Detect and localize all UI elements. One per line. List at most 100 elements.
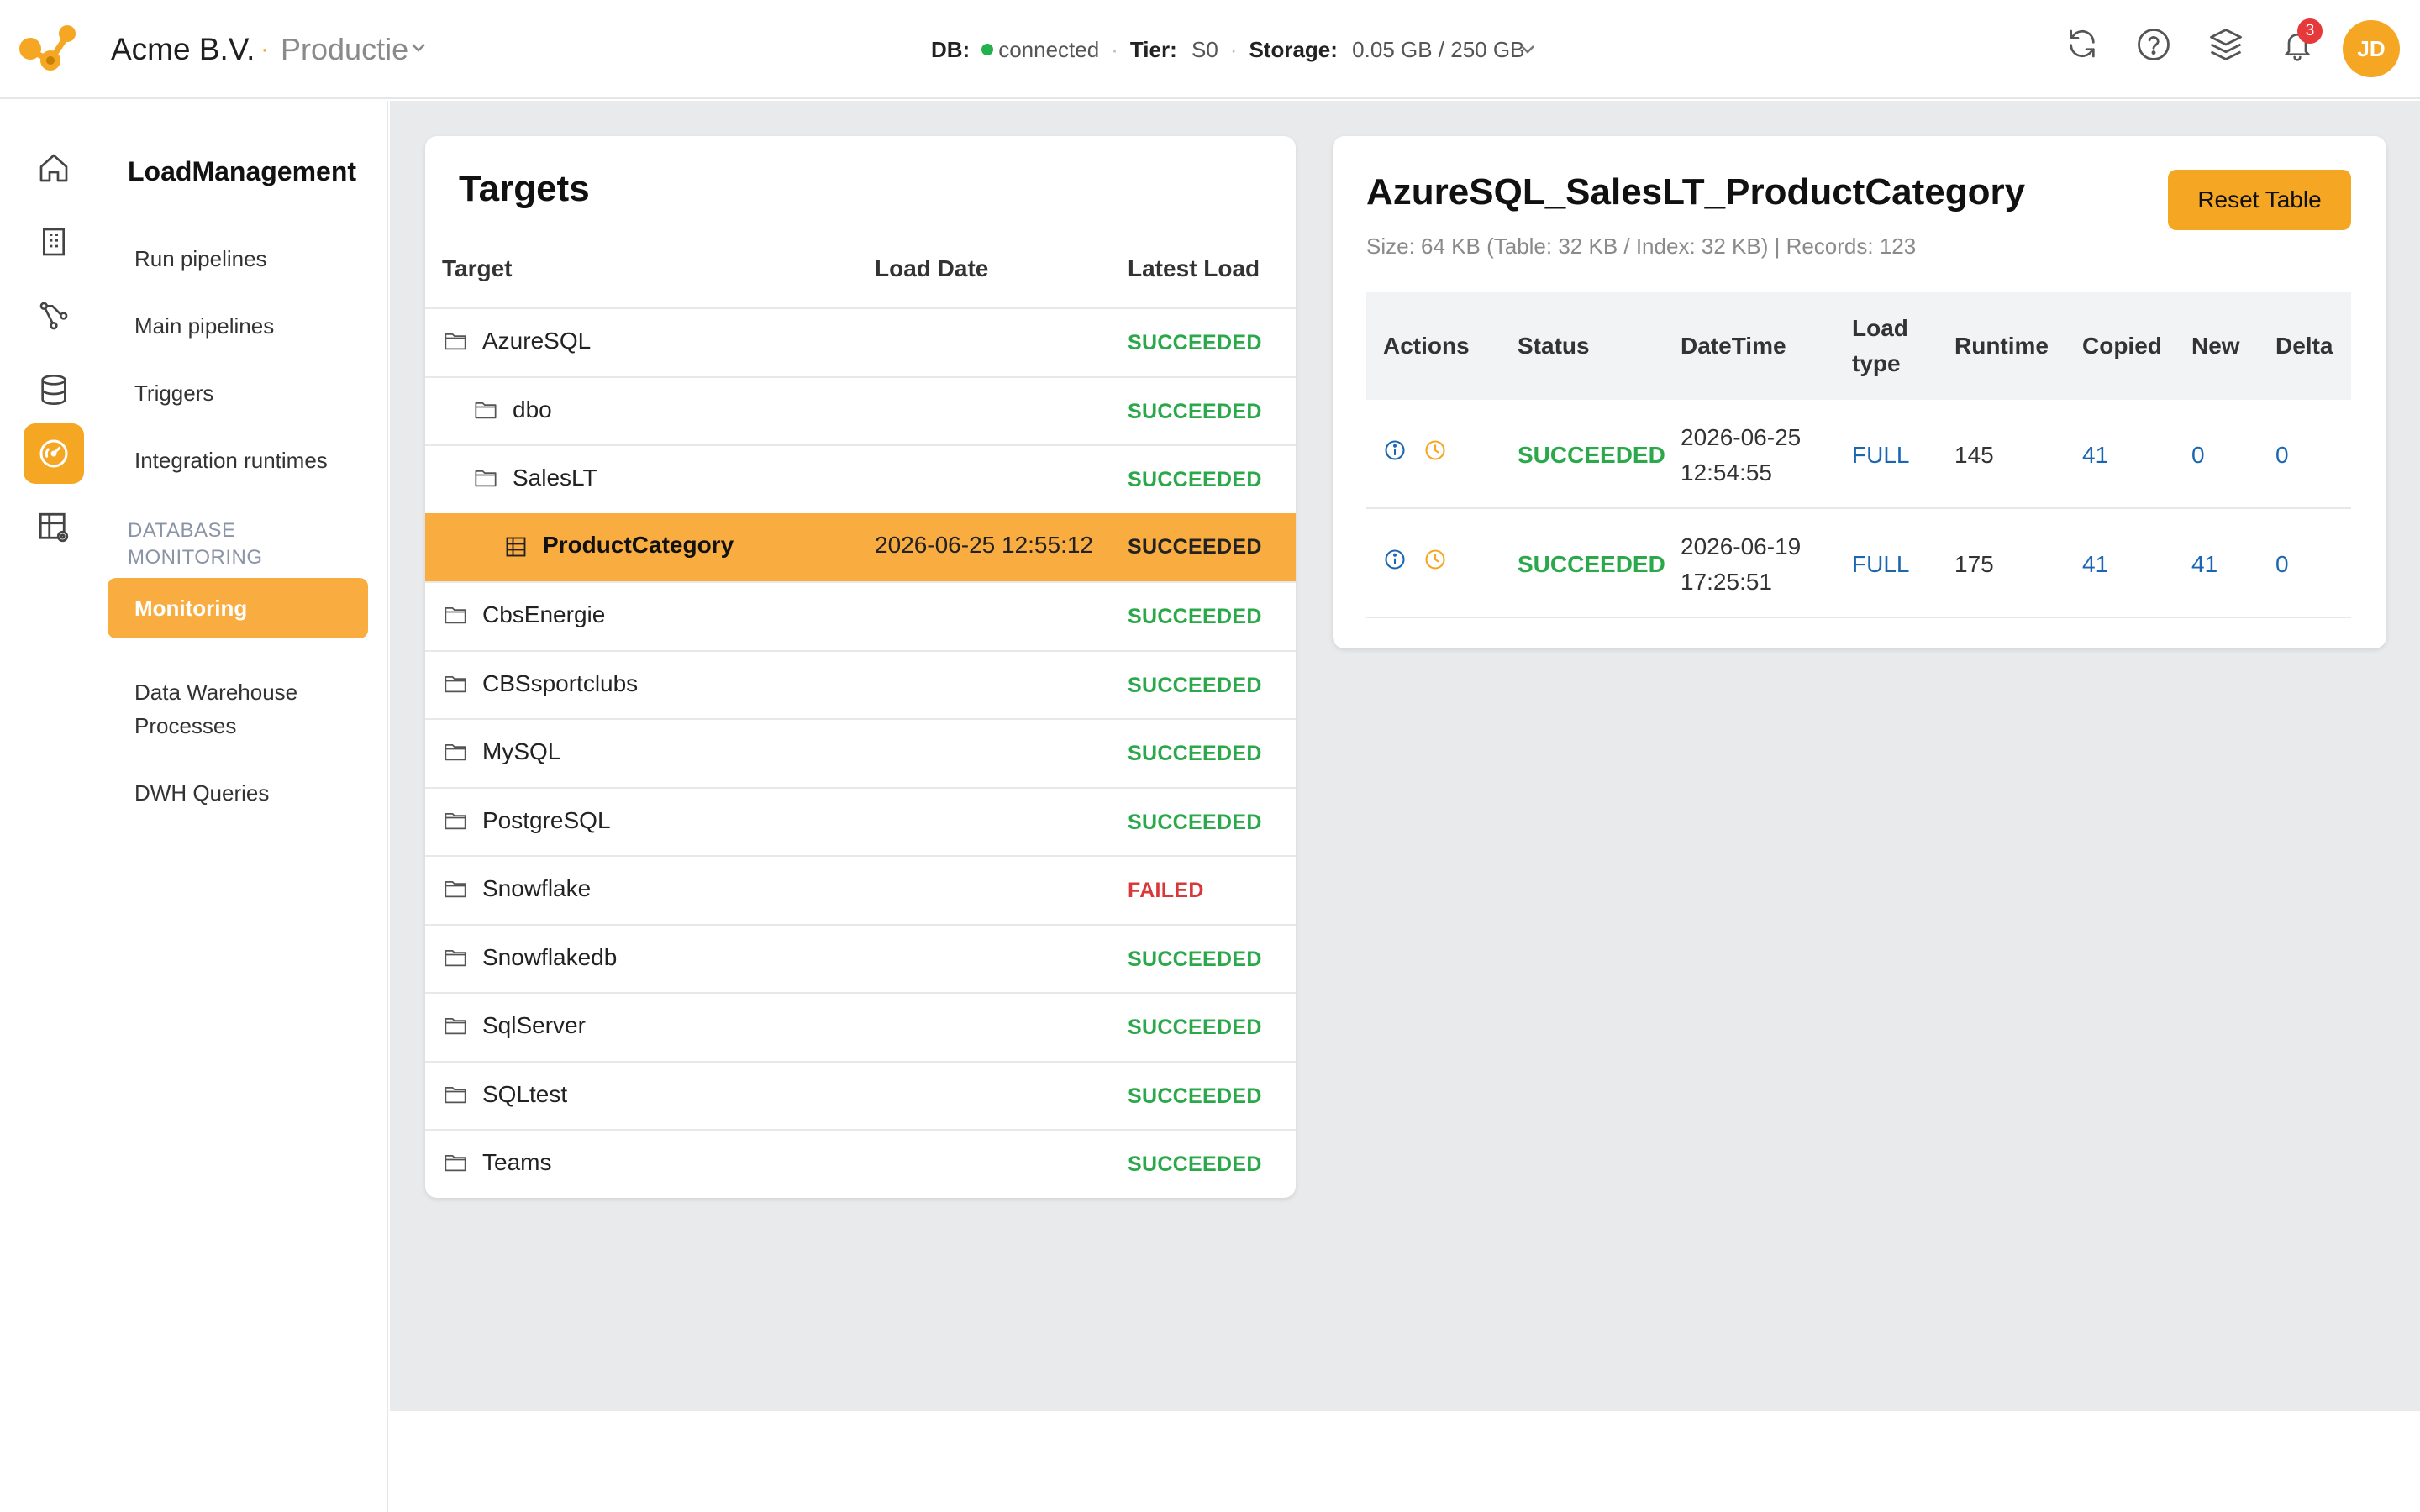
target-name: SQLtest bbox=[482, 1080, 568, 1107]
column-header-actions: Actions bbox=[1383, 333, 1470, 359]
db-status: connected bbox=[998, 37, 1100, 62]
storage-value: 0.05 GB / 250 GB bbox=[1352, 37, 1525, 62]
sidebar: LoadManagement Run pipelines Main pipeli… bbox=[108, 101, 388, 1512]
status-badge: SUCCEEDED bbox=[1128, 947, 1262, 971]
info-icon[interactable] bbox=[1383, 548, 1407, 571]
folder-icon bbox=[444, 742, 467, 762]
copied-link[interactable]: 41 bbox=[2082, 547, 2108, 582]
sidebar-item-main-pipelines[interactable]: Main pipelines bbox=[134, 309, 274, 343]
table-row[interactable]: Snowflake FAILED bbox=[425, 855, 1296, 924]
targets-panel: Targets Target Load Date Latest Load Azu… bbox=[425, 136, 1296, 1198]
status-badge: SUCCEEDED bbox=[1128, 605, 1262, 628]
column-header-runtime[interactable]: Runtime bbox=[1954, 328, 2049, 364]
environment-selector[interactable]: Productie bbox=[281, 32, 408, 67]
database-icon[interactable] bbox=[24, 360, 84, 420]
run-time: 17:25:51 bbox=[1681, 569, 1772, 595]
clock-icon[interactable] bbox=[1423, 548, 1447, 571]
table-row[interactable]: Snowflakedb SUCCEEDED bbox=[425, 923, 1296, 993]
sidebar-item-integration-runtimes[interactable]: Integration runtimes bbox=[134, 444, 328, 477]
sidebar-item-dwh-queries[interactable]: DWH Queries bbox=[134, 776, 269, 810]
building-icon[interactable] bbox=[24, 212, 84, 272]
target-name: CbsEnergie bbox=[482, 601, 606, 627]
column-header-load-type[interactable]: Load type bbox=[1852, 311, 1908, 381]
target-name: dbo bbox=[513, 396, 552, 423]
table-row[interactable]: SalesLT SUCCEEDED bbox=[425, 444, 1296, 513]
new-link[interactable]: 41 bbox=[2191, 547, 2217, 582]
target-name: Snowflakedb bbox=[482, 943, 618, 970]
sidebar-item-monitoring[interactable]: Monitoring bbox=[108, 578, 368, 638]
new-link[interactable]: 0 bbox=[2191, 438, 2205, 473]
target-name: AzureSQL bbox=[482, 328, 592, 354]
column-header-new[interactable]: New bbox=[2191, 328, 2240, 364]
status-badge: SUCCEEDED bbox=[1128, 673, 1262, 697]
section-line: DATABASE bbox=[128, 519, 236, 542]
column-header-target[interactable]: Target bbox=[442, 255, 513, 282]
target-name: Snowflake bbox=[482, 875, 592, 901]
target-name: MySQL bbox=[482, 738, 561, 764]
folder-icon bbox=[444, 331, 467, 351]
runtime-value: 175 bbox=[1954, 551, 1994, 577]
table-row[interactable]: dbo SUCCEEDED bbox=[425, 375, 1296, 445]
sidebar-item-run-pipelines[interactable]: Run pipelines bbox=[134, 242, 267, 276]
status-badge: SUCCEEDED bbox=[1128, 1016, 1262, 1039]
footer-area bbox=[390, 1411, 2420, 1512]
folder-icon bbox=[444, 811, 467, 831]
column-header-latest-load[interactable]: Latest Load bbox=[1128, 255, 1260, 282]
app-logo-icon[interactable] bbox=[17, 24, 79, 74]
monitoring-gauge-icon[interactable] bbox=[24, 423, 84, 484]
status-badge: SUCCEEDED bbox=[1518, 551, 1665, 577]
sidebar-item-triggers[interactable]: Triggers bbox=[134, 376, 213, 410]
load-type-link[interactable]: FULL bbox=[1852, 547, 1909, 582]
delta-link[interactable]: 0 bbox=[2275, 547, 2289, 582]
load-type-link[interactable]: FULL bbox=[1852, 438, 1909, 473]
status-badge: SUCCEEDED bbox=[1128, 468, 1262, 491]
column-header-delta[interactable]: Delta bbox=[2275, 328, 2333, 364]
target-name: PostgreSQL bbox=[482, 806, 611, 833]
storage-label: Storage: bbox=[1249, 37, 1338, 62]
header-line: Load bbox=[1852, 315, 1908, 341]
folder-icon bbox=[444, 948, 467, 968]
table-row[interactable]: Teams SUCCEEDED bbox=[425, 1129, 1296, 1198]
pipeline-icon[interactable] bbox=[24, 286, 84, 346]
copied-link[interactable]: 41 bbox=[2082, 438, 2108, 473]
reset-table-button[interactable]: Reset Table bbox=[2168, 170, 2351, 230]
folder-icon bbox=[474, 400, 497, 420]
table-row[interactable]: AzureSQL SUCCEEDED bbox=[425, 307, 1296, 376]
delta-link[interactable]: 0 bbox=[2275, 438, 2289, 473]
chevron-down-icon[interactable] bbox=[410, 42, 427, 54]
connected-dot-icon bbox=[981, 44, 994, 55]
target-name: SqlServer bbox=[482, 1012, 586, 1038]
notification-badge: 3 bbox=[2297, 18, 2323, 44]
status-badge: FAILED bbox=[1128, 879, 1204, 902]
clock-icon[interactable] bbox=[1423, 438, 1447, 462]
avatar[interactable]: JD bbox=[2343, 20, 2400, 77]
help-icon[interactable] bbox=[2136, 27, 2171, 62]
column-header-load-date[interactable]: Load Date bbox=[875, 255, 988, 282]
table-row[interactable]: SQLtest SUCCEEDED bbox=[425, 1060, 1296, 1130]
refresh-icon[interactable] bbox=[2065, 27, 2099, 60]
column-header-status[interactable]: Status bbox=[1518, 328, 1590, 364]
folder-icon bbox=[444, 879, 467, 899]
status-badge: SUCCEEDED bbox=[1128, 331, 1262, 354]
info-icon[interactable] bbox=[1383, 438, 1407, 462]
column-header-copied[interactable]: Copied bbox=[2082, 328, 2162, 364]
table-settings-icon[interactable] bbox=[24, 497, 84, 558]
column-header-datetime[interactable]: DateTime bbox=[1681, 328, 1786, 364]
table-row[interactable]: ProductCategory 2026-06-25 12:55:12 SUCCEE… bbox=[425, 512, 1296, 582]
header-line: type bbox=[1852, 350, 1901, 376]
folder-icon bbox=[444, 1016, 467, 1036]
table-row[interactable]: SqlServer SUCCEEDED bbox=[425, 992, 1296, 1061]
table-row[interactable]: CbsEnergie SUCCEEDED bbox=[425, 581, 1296, 650]
icon-rail bbox=[0, 101, 108, 1512]
layers-icon[interactable] bbox=[2208, 27, 2244, 62]
table-row[interactable]: MySQL SUCCEEDED bbox=[425, 718, 1296, 787]
target-name: Teams bbox=[482, 1149, 552, 1175]
home-icon[interactable] bbox=[24, 138, 84, 198]
chevron-down-icon[interactable] bbox=[1519, 44, 1536, 55]
status-badge: SUCCEEDED bbox=[1128, 742, 1262, 765]
table-row[interactable]: PostgreSQL SUCCEEDED bbox=[425, 786, 1296, 856]
table-row[interactable]: CBSsportclubs SUCCEEDED bbox=[425, 649, 1296, 719]
sidebar-item-data-warehouse-processes[interactable]: Data Warehouse Processes bbox=[134, 675, 297, 743]
run-time: 12:54:55 bbox=[1681, 459, 1772, 486]
sidebar-title: LoadManagement bbox=[128, 156, 357, 186]
